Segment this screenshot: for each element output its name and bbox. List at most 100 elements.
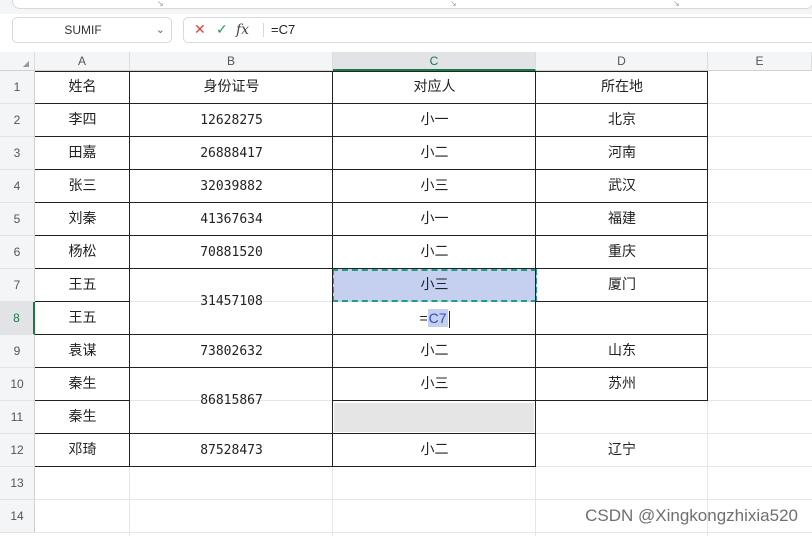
row-header-11[interactable]: 11	[0, 401, 35, 434]
table-border	[35, 235, 708, 236]
row-header-10[interactable]: 10	[0, 368, 35, 401]
column-header-c[interactable]: C	[333, 52, 536, 71]
cell-a1[interactable]: 姓名	[35, 71, 130, 104]
toolbar-edge	[12, 0, 812, 9]
cell-a3[interactable]: 田嘉	[35, 137, 130, 170]
cell-d7[interactable]: 厦门	[536, 269, 708, 302]
confirm-icon[interactable]: ✓	[216, 18, 228, 42]
row-header-7[interactable]: 7	[0, 269, 35, 302]
merged-cell-b7-b8[interactable]: 31457108	[130, 269, 333, 335]
cell-a5[interactable]: 刘秦	[35, 203, 130, 236]
cell-c1[interactable]: 对应人	[333, 71, 536, 104]
cell-a4[interactable]: 张三	[35, 170, 130, 203]
corner-triangle-icon: ◢	[22, 59, 29, 68]
expand-icon[interactable]: ↘	[673, 0, 680, 8]
formula-equals: =	[419, 310, 428, 326]
cell-a10[interactable]: 秦生	[35, 368, 130, 401]
cell-c8-editing[interactable]: =C7	[333, 302, 536, 335]
table-border	[35, 466, 536, 467]
row-header-6[interactable]: 6	[0, 236, 35, 269]
cell-a6[interactable]: 杨松	[35, 236, 130, 269]
cell-a11[interactable]: 秦生	[35, 401, 130, 434]
cell-a2[interactable]: 李四	[35, 104, 130, 137]
chevron-down-icon[interactable]: ⌄	[156, 18, 165, 42]
cell-d9[interactable]: 山东	[536, 335, 708, 368]
table-border	[35, 71, 708, 72]
table-border	[35, 400, 130, 401]
cell-a12[interactable]: 邓琦	[35, 434, 130, 467]
table-border	[332, 71, 333, 467]
cell-a9[interactable]: 袁谋	[35, 335, 130, 368]
cell-b4[interactable]: 32039882	[130, 170, 333, 203]
cell-b3[interactable]: 26888417	[130, 137, 333, 170]
name-box[interactable]: SUMIF ⌄	[12, 17, 172, 43]
select-all-corner[interactable]: ◢	[0, 52, 35, 71]
divider	[263, 23, 264, 37]
insert-function-icon[interactable]: fx	[236, 18, 249, 42]
cell-c9[interactable]: 小二	[333, 335, 536, 368]
empty-cell-c11[interactable]	[334, 403, 534, 432]
watermark: CSDN @Xingkongzhixia520	[585, 506, 798, 525]
cell-d2[interactable]: 北京	[536, 104, 708, 137]
table-border	[35, 103, 708, 104]
row-header-1[interactable]: 1	[0, 71, 35, 104]
row-header-4[interactable]: 4	[0, 170, 35, 203]
table-border	[536, 301, 708, 302]
cell-c2[interactable]: 小一	[333, 104, 536, 137]
row-header-14[interactable]: 14	[0, 500, 35, 533]
cell-d1[interactable]: 所在地	[536, 71, 708, 104]
table-border	[129, 71, 130, 467]
row-header-2[interactable]: 2	[0, 104, 35, 137]
table-border	[707, 71, 708, 401]
expand-icon[interactable]: ↘	[157, 0, 164, 8]
row-header-3[interactable]: 3	[0, 137, 35, 170]
table-border	[35, 268, 708, 269]
formula-reference: C7	[427, 309, 448, 327]
cell-b5[interactable]: 41367634	[130, 203, 333, 236]
cell-c5[interactable]: 小一	[333, 203, 536, 236]
column-header-b[interactable]: B	[130, 52, 333, 71]
cancel-icon[interactable]: ✕	[194, 18, 206, 42]
cell-d10[interactable]: 苏州	[536, 368, 708, 401]
cell-c3[interactable]: 小二	[333, 137, 536, 170]
cell-b2[interactable]: 12628275	[130, 104, 333, 137]
cell-b12[interactable]: 87528473	[130, 434, 333, 467]
table-border	[35, 334, 708, 335]
cell-b1[interactable]: 身份证号	[130, 71, 333, 104]
cell-d4[interactable]: 武汉	[536, 170, 708, 203]
table-border	[35, 301, 130, 302]
table-border	[535, 71, 536, 467]
cell-c6[interactable]: 小二	[333, 236, 536, 269]
formula-text[interactable]: =C7	[271, 18, 295, 42]
name-box-value: SUMIF	[64, 23, 102, 37]
cell-c4[interactable]: 小三	[333, 170, 536, 203]
column-header-a[interactable]: A	[35, 52, 130, 71]
table-border	[35, 169, 708, 170]
column-header-e[interactable]: E	[708, 52, 812, 71]
column-header-d[interactable]: D	[536, 52, 708, 71]
cell-d5[interactable]: 福建	[536, 203, 708, 236]
cell-a8[interactable]: 王五	[35, 302, 130, 335]
cell-d12[interactable]: 辽宁	[536, 434, 708, 467]
top-toolbar-strip: ↘ ↘ ↘	[0, 0, 812, 14]
table-border	[35, 136, 708, 137]
cell-a7[interactable]: 王五	[35, 269, 130, 302]
table-border	[35, 202, 708, 203]
cell-b6[interactable]: 70881520	[130, 236, 333, 269]
cell-d3[interactable]: 河南	[536, 137, 708, 170]
cell-d6[interactable]: 重庆	[536, 236, 708, 269]
table-border	[35, 367, 708, 368]
merged-cell-b10-b11[interactable]: 86815867	[130, 368, 333, 434]
row-header-9[interactable]: 9	[0, 335, 35, 368]
cell-c12[interactable]: 小二	[333, 434, 536, 467]
expand-icon[interactable]: ↘	[450, 0, 457, 8]
spreadsheet-grid[interactable]: ◢ A B C D E 1 2 3 4 5 6 7 8 9 10 11 12 1…	[0, 52, 812, 536]
row-header-13[interactable]: 13	[0, 467, 35, 500]
row-header-12[interactable]: 12	[0, 434, 35, 467]
row-header-8[interactable]: 8	[0, 302, 35, 335]
cell-c10[interactable]: 小三	[333, 368, 536, 401]
row-header-5[interactable]: 5	[0, 203, 35, 236]
cell-b9[interactable]: 73802632	[130, 335, 333, 368]
formula-input-box[interactable]: ✕ ✓ fx =C7	[183, 17, 812, 43]
cell-c7[interactable]: 小三	[333, 269, 536, 302]
